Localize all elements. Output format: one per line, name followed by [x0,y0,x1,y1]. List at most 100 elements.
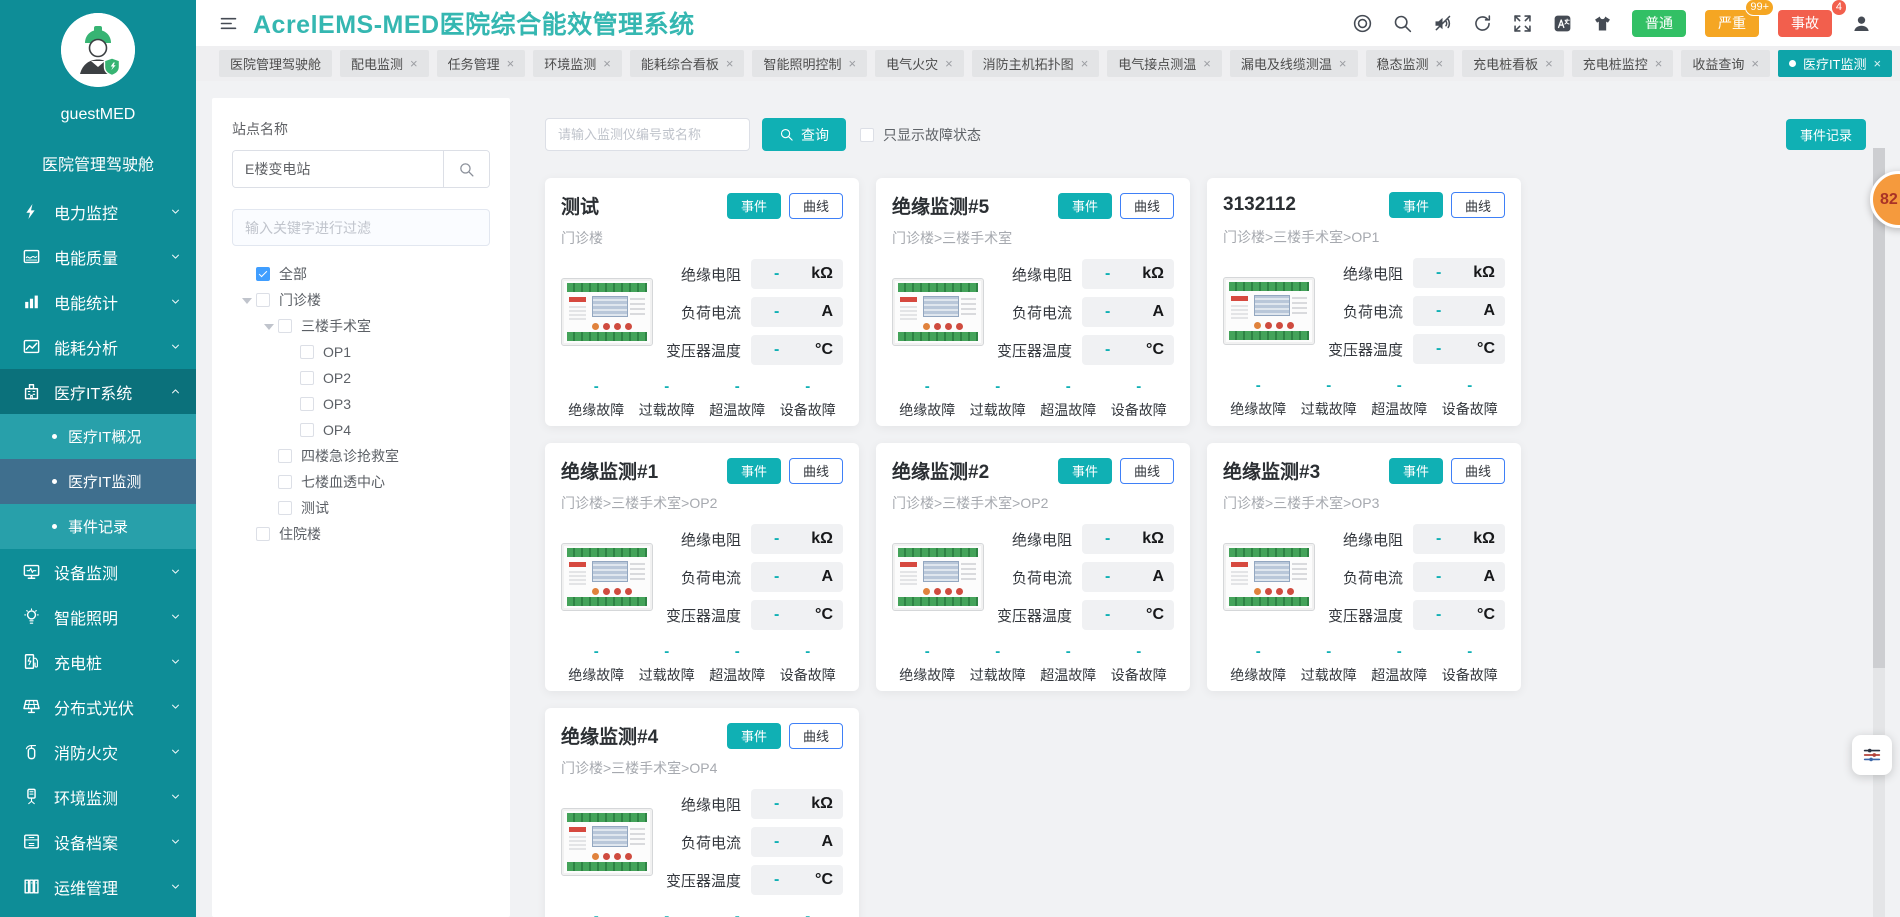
avatar[interactable] [61,13,135,87]
event-button[interactable]: 事件 [1389,192,1443,218]
curve-button[interactable]: 曲线 [789,193,843,219]
scrollbar-thumb[interactable] [1873,148,1885,668]
tab-5[interactable]: 智能照明控制× [752,50,867,77]
tree-checkbox[interactable] [278,475,292,489]
sidebar-item-6[interactable]: 智能照明 [0,594,196,639]
tab-4[interactable]: 能耗综合看板× [630,50,745,77]
curve-button[interactable]: 曲线 [1120,193,1174,219]
tree-node-3[interactable]: OP1 [232,339,490,365]
fullscreen-icon[interactable] [1512,13,1533,34]
event-button[interactable]: 事件 [727,193,781,219]
close-tab-icon[interactable]: × [848,56,856,71]
monitor-search-input[interactable] [545,118,750,151]
close-tab-icon[interactable]: × [1436,56,1444,71]
help-icon[interactable] [1352,13,1373,34]
tree-node-9[interactable]: 测试 [232,495,490,521]
tree-node-6[interactable]: OP4 [232,417,490,443]
sidebar-item-2[interactable]: 电能统计 [0,279,196,324]
sidebar-item-3[interactable]: 能耗分析 [0,324,196,369]
close-tab-icon[interactable]: × [1751,56,1759,71]
site-name-input[interactable] [233,151,443,187]
close-tab-icon[interactable]: × [507,56,515,71]
tab-6[interactable]: 电气火灾× [875,50,964,77]
status-accident-button[interactable]: 事故4 [1778,10,1832,37]
sidebar-item-8[interactable]: 分布式光伏 [0,684,196,729]
tree-checkbox[interactable] [256,527,270,541]
tab-3[interactable]: 环境监测× [533,50,622,77]
close-tab-icon[interactable]: × [1874,56,1882,71]
user-icon[interactable] [1851,13,1872,34]
close-tab-icon[interactable]: × [945,56,953,71]
tab-13[interactable]: 收益查询× [1681,50,1770,77]
tree-node-4[interactable]: OP2 [232,365,490,391]
close-tab-icon[interactable]: × [1081,56,1089,71]
event-button[interactable]: 事件 [1058,458,1112,484]
sidebar-item-1[interactable]: 电能质量 [0,234,196,279]
sidebar-subitem-4-1[interactable]: 医疗IT监测 [0,459,196,504]
tab-8[interactable]: 电气接点测温× [1107,50,1222,77]
tree-node-5[interactable]: OP3 [232,391,490,417]
sidebar-item-10[interactable]: 环境监测 [0,774,196,819]
tree-node-8[interactable]: 七楼血透中心 [232,469,490,495]
display-settings-button[interactable] [1852,735,1892,775]
site-search-button[interactable] [443,151,489,187]
close-tab-icon[interactable]: × [1339,56,1347,71]
scrollbar[interactable] [1873,148,1885,917]
tree-node-10[interactable]: 住院楼 [232,521,490,547]
sidebar-subitem-4-2[interactable]: 事件记录 [0,504,196,549]
tree-checkbox[interactable] [300,397,314,411]
event-button[interactable]: 事件 [727,723,781,749]
sidebar-subitem-4-0[interactable]: 医疗IT概况 [0,414,196,459]
tab-9[interactable]: 漏电及线缆测温× [1230,50,1358,77]
sidebar-item-11[interactable]: 设备档案 [0,819,196,864]
tab-2[interactable]: 任务管理× [437,50,526,77]
tree-checkbox[interactable] [300,345,314,359]
mute-icon[interactable] [1432,13,1453,34]
search-icon[interactable] [1392,13,1413,34]
curve-button[interactable]: 曲线 [1451,458,1505,484]
checkbox-icon[interactable] [860,128,874,142]
close-tab-icon[interactable]: × [1545,56,1553,71]
sidebar-item-5[interactable]: 设备监测 [0,549,196,594]
close-tab-icon[interactable]: × [726,56,734,71]
sidebar-item-dashboard[interactable]: 医院管理驾驶舱 [0,151,196,175]
tab-1[interactable]: 配电监测× [340,50,429,77]
tree-node-1[interactable]: 门诊楼 [232,287,490,313]
tree-filter-input[interactable] [232,209,490,246]
tab-0[interactable]: 医院管理驾驶舱 [219,50,332,77]
close-tab-icon[interactable]: × [410,56,418,71]
theme-icon[interactable] [1592,13,1613,34]
tree-node-7[interactable]: 四楼急诊抢救室 [232,443,490,469]
event-button[interactable]: 事件 [727,458,781,484]
tree-checkbox[interactable] [278,501,292,515]
close-tab-icon[interactable]: × [1203,56,1211,71]
event-button[interactable]: 事件 [1058,193,1112,219]
collapse-sidebar-icon[interactable] [218,13,239,34]
tree-checkbox[interactable] [256,267,270,281]
event-record-button[interactable]: 事件记录 [1786,119,1866,150]
tree-checkbox[interactable] [278,449,292,463]
status-normal-button[interactable]: 普通 [1632,10,1686,37]
query-button[interactable]: 查询 [762,118,846,151]
tree-checkbox[interactable] [256,293,270,307]
close-tab-icon[interactable]: × [1655,56,1663,71]
tree-checkbox[interactable] [300,423,314,437]
curve-button[interactable]: 曲线 [1120,458,1174,484]
tab-10[interactable]: 稳态监测× [1366,50,1455,77]
translate-icon[interactable] [1552,13,1573,34]
status-severe-button[interactable]: 严重99+ [1705,10,1759,37]
sidebar-item-9[interactable]: 消防火灾 [0,729,196,774]
sidebar-item-7[interactable]: 充电桩 [0,639,196,684]
curve-button[interactable]: 曲线 [789,458,843,484]
tree-checkbox[interactable] [278,319,292,333]
close-tab-icon[interactable]: × [603,56,611,71]
fault-only-checkbox[interactable]: 只显示故障状态 [860,125,981,145]
sidebar-item-4[interactable]: 医疗IT系统 [0,369,196,414]
refresh-icon[interactable] [1472,13,1493,34]
event-button[interactable]: 事件 [1389,458,1443,484]
sidebar-item-0[interactable]: 电力监控 [0,189,196,234]
tree-node-0[interactable]: 全部 [232,261,490,287]
tab-14[interactable]: 医疗IT监测× [1778,50,1892,77]
tab-7[interactable]: 消防主机拓扑图× [972,50,1100,77]
curve-button[interactable]: 曲线 [789,723,843,749]
